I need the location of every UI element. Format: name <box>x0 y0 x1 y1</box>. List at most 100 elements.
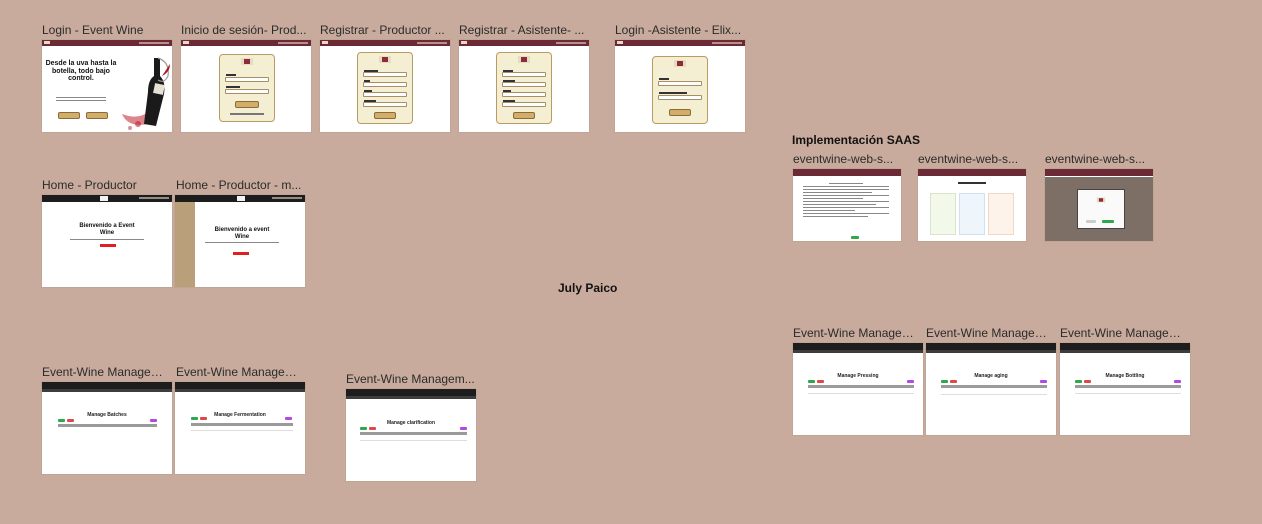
delete-button[interactable] <box>950 380 957 383</box>
delete-button[interactable] <box>1084 380 1091 383</box>
frame-label-inicio-sesion[interactable]: Inicio de sesión- Prod... <box>181 23 309 37</box>
delete-button[interactable] <box>67 419 74 422</box>
add-button[interactable] <box>1075 380 1082 383</box>
frame-manage-batches[interactable]: Manage Batches <box>42 382 172 474</box>
export-button[interactable] <box>285 417 292 420</box>
home-cta-button[interactable] <box>100 244 116 247</box>
register-button[interactable] <box>86 112 108 119</box>
name-field[interactable] <box>363 72 407 77</box>
export-button[interactable] <box>150 419 157 422</box>
frame-saas-3[interactable] <box>1045 169 1153 241</box>
frame-manage-fermentation[interactable]: Manage Fermentation <box>175 382 305 474</box>
frame-topbar <box>1060 343 1190 350</box>
export-button[interactable] <box>907 380 914 383</box>
export-button[interactable] <box>1174 380 1181 383</box>
side-menu[interactable] <box>175 202 195 287</box>
frame-registrar-productor[interactable] <box>320 40 450 132</box>
frame-label-registrar-asistente[interactable]: Registrar - Asistente- ... <box>459 23 587 37</box>
frame-label-manage-pressing[interactable]: Event-Wine Managem... <box>793 326 921 340</box>
lastname-field[interactable] <box>502 82 546 87</box>
table-row <box>360 440 467 441</box>
payment-modal[interactable] <box>1077 189 1125 229</box>
password-field[interactable] <box>502 102 546 107</box>
email-field[interactable] <box>502 92 546 97</box>
frame-home-productor-menu[interactable]: Bienvenido a event Wine <box>175 195 305 287</box>
frame-label-manage-batches[interactable]: Event-Wine Managem... <box>42 365 170 379</box>
table-header <box>808 385 914 388</box>
login-card <box>219 54 275 122</box>
frame-label-manage-fermentation[interactable]: Event-Wine Managem... <box>176 365 304 379</box>
page-title: Manage Bottling <box>1105 373 1145 379</box>
frame-inicio-sesion-productor[interactable] <box>181 40 311 132</box>
frame-label-login-asistente[interactable]: Login -Asistente - Elix... <box>615 23 745 37</box>
email-field[interactable] <box>363 92 407 97</box>
frame-topbar <box>42 195 172 202</box>
accept-button[interactable] <box>851 236 859 239</box>
register-submit-button[interactable] <box>513 112 535 119</box>
export-button[interactable] <box>460 427 467 430</box>
modal-confirm-button[interactable] <box>1102 220 1114 223</box>
home-hero-title: Bienvenido a Event Wine <box>79 223 135 236</box>
add-button[interactable] <box>360 427 367 430</box>
frame-label-manage-bottling[interactable]: Event-Wine Managem... <box>1060 326 1188 340</box>
frame-manage-aging[interactable]: Manage aging <box>926 343 1056 435</box>
plan-card-premium[interactable] <box>988 193 1014 235</box>
frame-label-saas-3[interactable]: eventwine-web-s... <box>1045 152 1153 166</box>
frame-label-manage-aging[interactable]: Event-Wine Managem... <box>926 326 1054 340</box>
home-cta-button[interactable] <box>233 252 249 255</box>
add-button[interactable] <box>941 380 948 383</box>
frame-label-manage-clarification[interactable]: Event-Wine Managem... <box>346 372 476 386</box>
frame-topbar <box>926 343 1056 350</box>
email-field[interactable] <box>658 81 702 86</box>
frame-manage-clarification[interactable]: Manage clarification <box>346 389 476 481</box>
frame-label-saas-2[interactable]: eventwine-web-s... <box>918 152 1026 166</box>
add-button[interactable] <box>58 419 65 422</box>
frame-label-login-event-wine[interactable]: Login - Event Wine <box>42 23 172 37</box>
frame-label-registrar-productor[interactable]: Registrar - Productor ... <box>320 23 448 37</box>
plan-card-basic[interactable] <box>930 193 956 235</box>
frame-manage-bottling[interactable]: Manage Bottling <box>1060 343 1190 435</box>
frame-label-saas-1[interactable]: eventwine-web-s... <box>793 152 901 166</box>
email-field[interactable] <box>225 77 269 82</box>
frame-navbar <box>42 389 172 392</box>
delete-button[interactable] <box>200 417 207 420</box>
register-card <box>496 52 552 124</box>
frame-topbar <box>615 40 745 46</box>
plans-title <box>958 182 986 184</box>
login-submit-button[interactable] <box>669 109 691 116</box>
name-field[interactable] <box>502 72 546 77</box>
table-header <box>360 432 467 435</box>
table-header <box>1075 385 1181 388</box>
frame-home-productor[interactable]: Bienvenido a Event Wine <box>42 195 172 287</box>
export-button[interactable] <box>1040 380 1047 383</box>
home-hero-subtext <box>70 239 144 242</box>
frame-login-event-wine[interactable]: Desde la uva hasta la botella, todo bajo… <box>42 40 172 132</box>
ruc-field[interactable] <box>363 82 407 87</box>
table-header <box>941 385 1047 388</box>
frame-login-asistente[interactable] <box>615 40 745 132</box>
login-submit-button[interactable] <box>235 101 259 108</box>
modal-logo-icon <box>1096 197 1106 205</box>
modal-cancel-button[interactable] <box>1086 220 1096 223</box>
register-submit-button[interactable] <box>374 112 396 119</box>
frame-label-home-productor-menu[interactable]: Home - Productor - m... <box>176 178 304 192</box>
password-field[interactable] <box>363 102 407 107</box>
delete-button[interactable] <box>817 380 824 383</box>
page-title: Manage Batches <box>87 412 127 418</box>
code-field[interactable] <box>658 95 702 100</box>
add-button[interactable] <box>191 417 198 420</box>
add-button[interactable] <box>808 380 815 383</box>
frame-registrar-asistente[interactable] <box>459 40 589 132</box>
frame-manage-pressing[interactable]: Manage Pressing <box>793 343 923 435</box>
password-field[interactable] <box>225 89 269 94</box>
frame-topbar <box>459 40 589 46</box>
hero-title: Desde la uva hasta la botella, todo bajo… <box>45 60 117 83</box>
frame-saas-2[interactable] <box>918 169 1026 241</box>
event-wine-logo <box>241 58 253 68</box>
frame-label-home-productor[interactable]: Home - Productor <box>42 178 172 192</box>
login-button[interactable] <box>58 112 80 119</box>
frame-saas-1[interactable] <box>793 169 901 241</box>
plan-card-standard[interactable] <box>959 193 985 235</box>
delete-button[interactable] <box>369 427 376 430</box>
wine-bottle-image <box>122 57 170 130</box>
